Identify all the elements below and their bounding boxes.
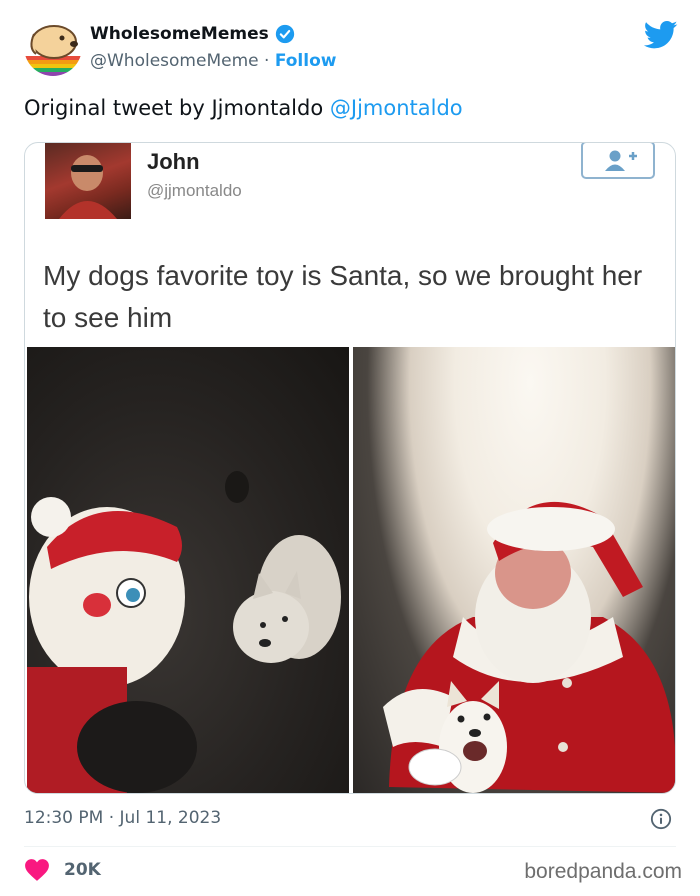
tweet-timestamp[interactable]: 12:30 PM · Jul 11, 2023 [24,808,221,828]
embedded-avatar [45,143,131,219]
info-icon[interactable] [650,808,672,830]
embedded-tweet-text: My dogs favorite toy is Santa, so we bro… [43,260,643,333]
photo-dog-with-santa-toy [27,347,349,793]
verified-badge-icon [275,24,294,44]
separator: · [264,51,270,71]
account-avatar[interactable] [24,18,82,76]
follow-button[interactable]: Follow [275,51,337,71]
embedded-handle: @jjmontaldo [147,181,242,200]
account-display-name[interactable]: WholesomeMemes [90,24,269,44]
like-count: 20K [64,860,101,880]
tweet-text: Original tweet by Jjmontaldo @Jjmontaldo [24,96,463,120]
footer-divider [24,846,676,847]
handle-row: @WholesomeMeme · Follow [90,51,336,71]
embedded-follow-icon [581,143,655,179]
account-handle[interactable]: @WholesomeMeme [90,51,259,71]
twitter-bird-icon[interactable] [644,20,678,50]
photo-dog-with-santa [353,347,675,793]
tweet-text-prefix: Original tweet by Jjmontaldo [24,96,330,120]
embedded-name: John [147,149,200,174]
watermark: boredpanda.com [524,860,682,883]
mention-link[interactable]: @Jjmontaldo [330,96,463,120]
like-action[interactable]: 20K [24,858,101,882]
tweet-header: WholesomeMemes @WholesomeMeme · Follow [24,18,684,80]
heart-icon[interactable] [24,858,50,882]
tweet-media-image[interactable]: John @jjmontaldo My dogs favorite toy is… [24,142,676,794]
